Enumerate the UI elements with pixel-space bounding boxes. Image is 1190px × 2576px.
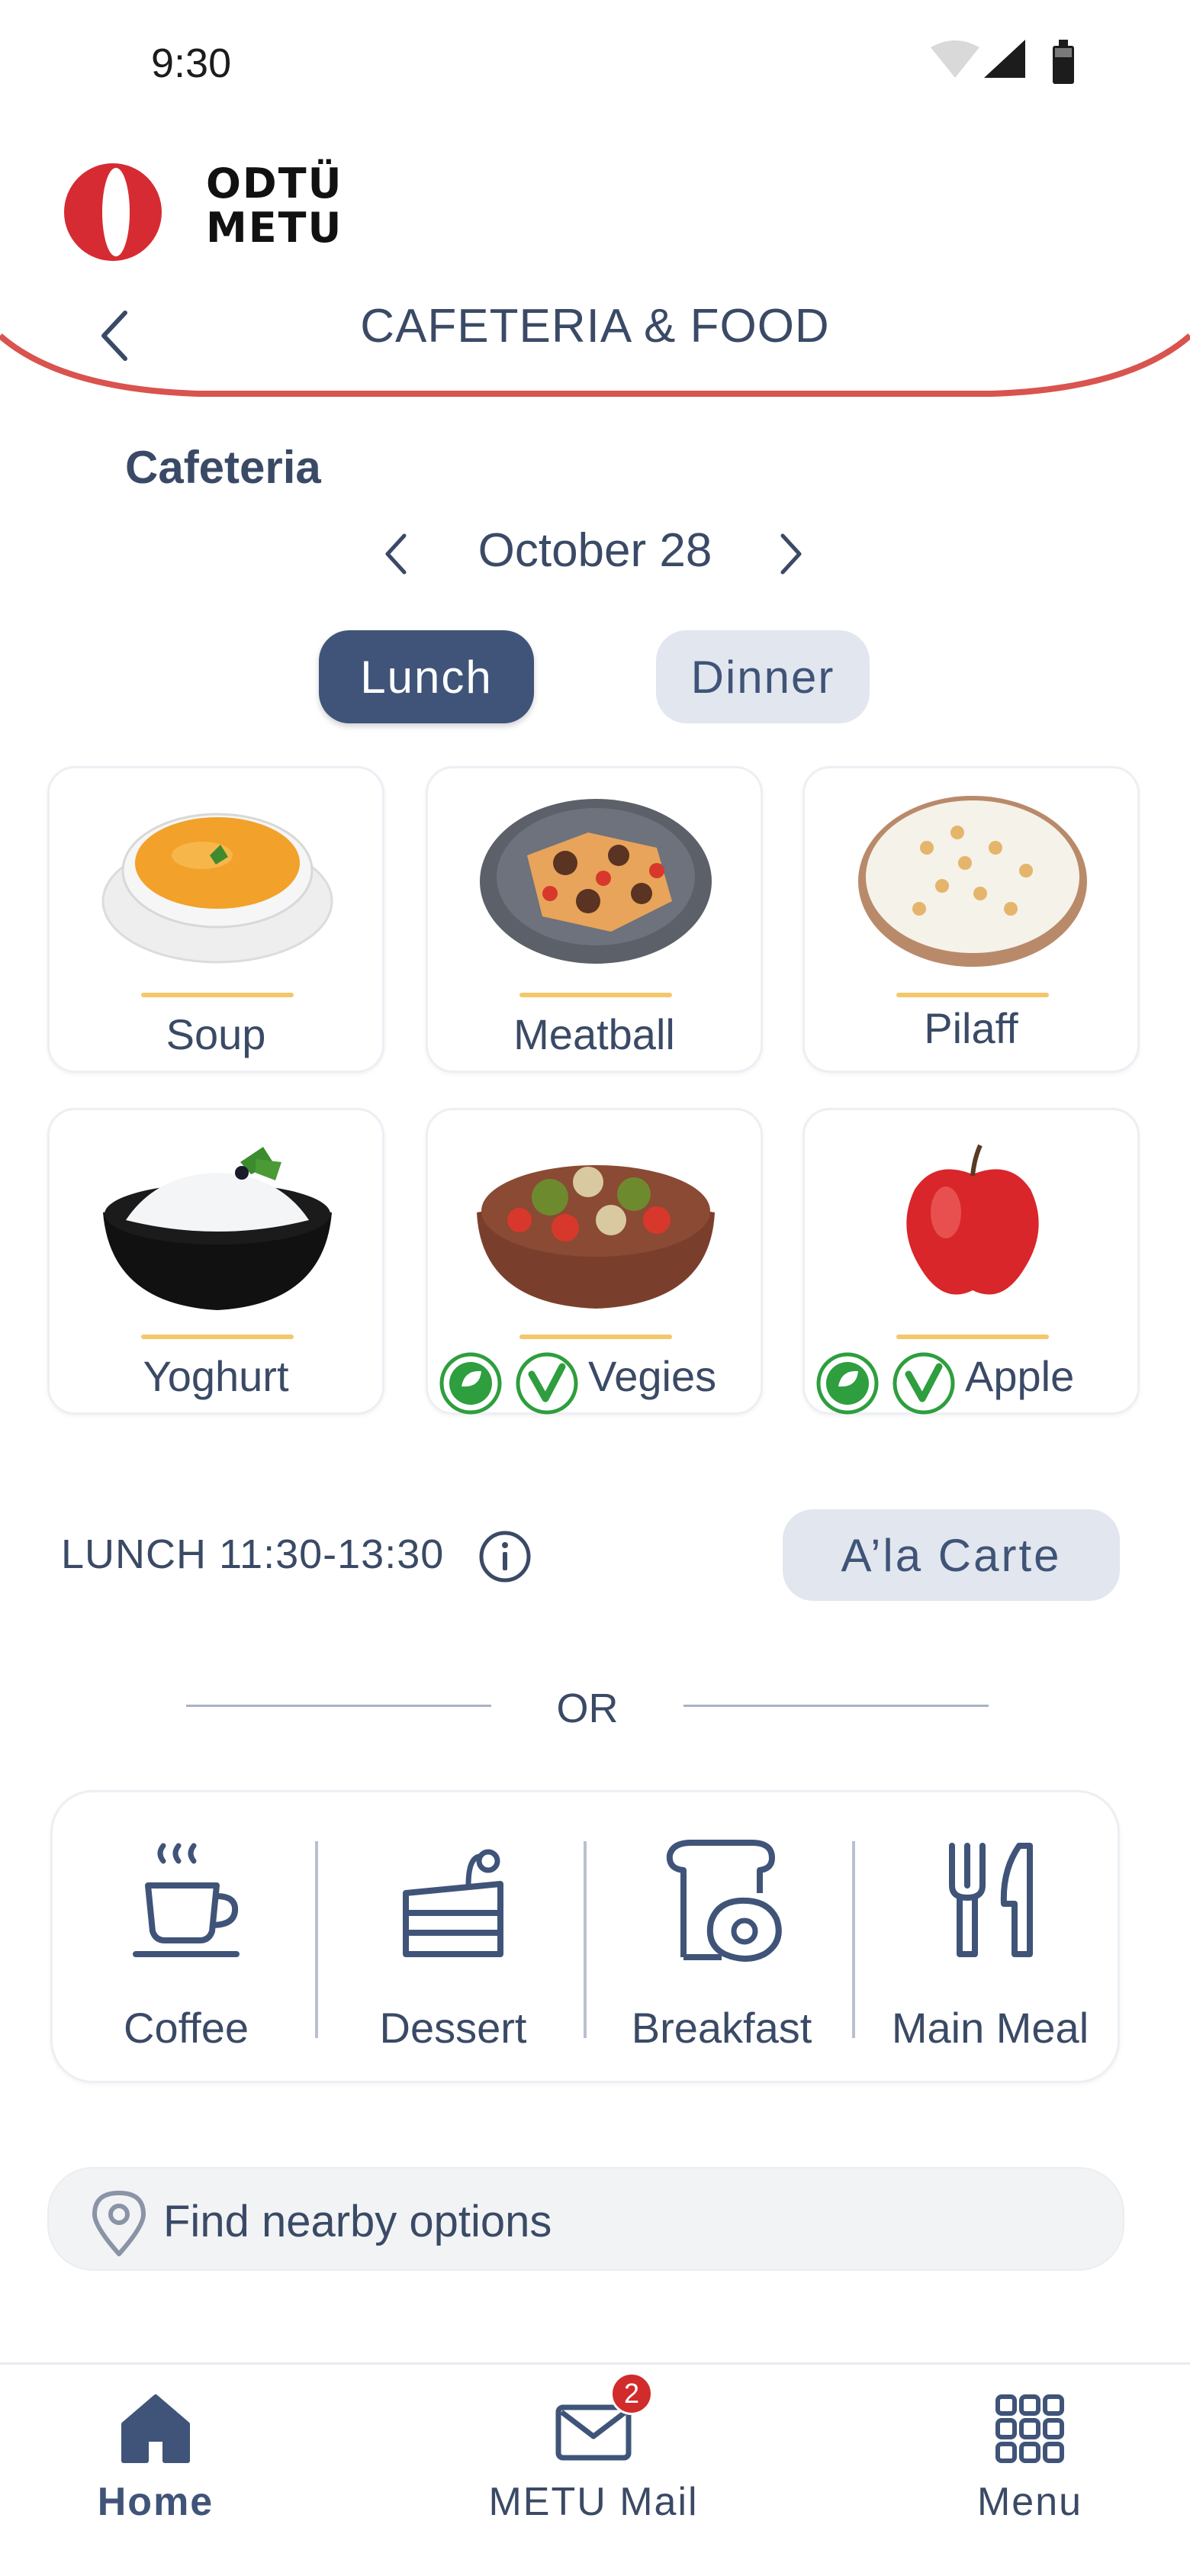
food-card-apple[interactable]: Apple: [802, 1108, 1140, 1415]
fork-knife-icon: [949, 1843, 1033, 1957]
info-icon[interactable]: [478, 1529, 532, 1584]
food-label: Yoghurt: [143, 1352, 289, 1400]
divider: [186, 1705, 491, 1707]
metu-logo-icon: [64, 163, 162, 261]
or-separator: OR: [556, 1686, 619, 1731]
bottom-navigation: Home 2 METU Mail Menu: [0, 2362, 1190, 2576]
food-underline: [141, 993, 294, 997]
food-label: Pilaff: [924, 1004, 1018, 1052]
food-label: Meatball: [513, 1010, 675, 1058]
logo-text: ODTÜ METU: [206, 159, 343, 252]
meatball-image-icon: [480, 799, 712, 964]
vegan-badge-icon: [816, 1352, 879, 1415]
food-card-pilaff[interactable]: Pilaff: [802, 766, 1140, 1073]
nav-label: Home: [97, 2480, 214, 2524]
category-dessert[interactable]: Dessert: [320, 1792, 587, 2081]
category-label: Coffee: [124, 2004, 249, 2052]
nav-label: Menu: [976, 2480, 1083, 2524]
divider: [852, 1841, 855, 2038]
food-label: Apple: [965, 1352, 1075, 1400]
divider: [584, 1841, 587, 2038]
coffee-cup-icon: [133, 1843, 240, 1957]
nav-home[interactable]: Home: [3, 2365, 308, 2576]
home-icon: [121, 2394, 190, 2463]
category-label: Breakfast: [631, 2004, 812, 2052]
find-nearby-label: Find nearby options: [163, 2197, 552, 2246]
tab-dinner[interactable]: Dinner: [656, 630, 870, 723]
category-card: Coffee Dessert Breakfast Main Meal: [50, 1790, 1120, 2083]
find-nearby-button[interactable]: Find nearby options: [47, 2167, 1124, 2271]
food-underline: [896, 1335, 1049, 1339]
food-underline: [519, 1335, 672, 1339]
section-title: Cafeteria: [125, 442, 321, 493]
grid-menu-icon: [995, 2394, 1064, 2463]
next-date-icon[interactable]: [772, 530, 809, 578]
soup-image-icon: [101, 813, 333, 964]
category-main-meal[interactable]: Main Meal: [857, 1792, 1124, 2081]
food-underline: [896, 993, 1049, 997]
lunch-hours: LUNCH 11:30-13:30: [61, 1531, 445, 1577]
pilaff-image-icon: [858, 796, 1087, 967]
food-underline: [141, 1335, 294, 1339]
category-label: Dessert: [379, 2004, 527, 2052]
food-label: Soup: [166, 1010, 266, 1058]
cake-icon: [403, 1849, 503, 1957]
food-card-yoghurt[interactable]: Yoghurt: [47, 1108, 384, 1415]
vegan-badge-icon: [439, 1352, 502, 1415]
mail-unread-badge: 2: [610, 2372, 653, 2415]
vegetarian-badge-icon: [516, 1352, 578, 1415]
previous-date-icon[interactable]: [378, 530, 415, 578]
divider: [683, 1705, 989, 1707]
food-underline: [519, 993, 672, 997]
date-label: October 28: [478, 524, 712, 577]
category-label: Main Meal: [891, 2004, 1089, 2052]
yoghurt-image-icon: [103, 1147, 332, 1310]
food-card-soup[interactable]: Soup: [47, 766, 384, 1073]
vegetarian-badge-icon: [892, 1352, 955, 1415]
food-label: Vegies: [588, 1352, 717, 1400]
category-breakfast[interactable]: Breakfast: [588, 1792, 855, 2081]
nav-label: METU Mail: [488, 2480, 699, 2524]
alacarte-button[interactable]: A’la Carte: [783, 1509, 1120, 1601]
category-coffee[interactable]: Coffee: [53, 1792, 320, 2081]
toast-egg-icon: [666, 1840, 782, 1962]
tab-lunch[interactable]: Lunch: [319, 630, 534, 723]
nav-menu[interactable]: Menu: [877, 2365, 1182, 2576]
location-pin-icon: [92, 2191, 146, 2256]
vegies-image-icon: [477, 1165, 715, 1309]
food-card-meatball[interactable]: Meatball: [426, 766, 763, 1073]
food-card-vegies[interactable]: Vegies: [426, 1108, 763, 1415]
divider: [315, 1841, 318, 2038]
nav-metu-mail[interactable]: 2 METU Mail: [441, 2365, 746, 2576]
page-title: CAFETERIA & FOOD: [360, 300, 830, 353]
apple-image-icon: [906, 1144, 1039, 1295]
